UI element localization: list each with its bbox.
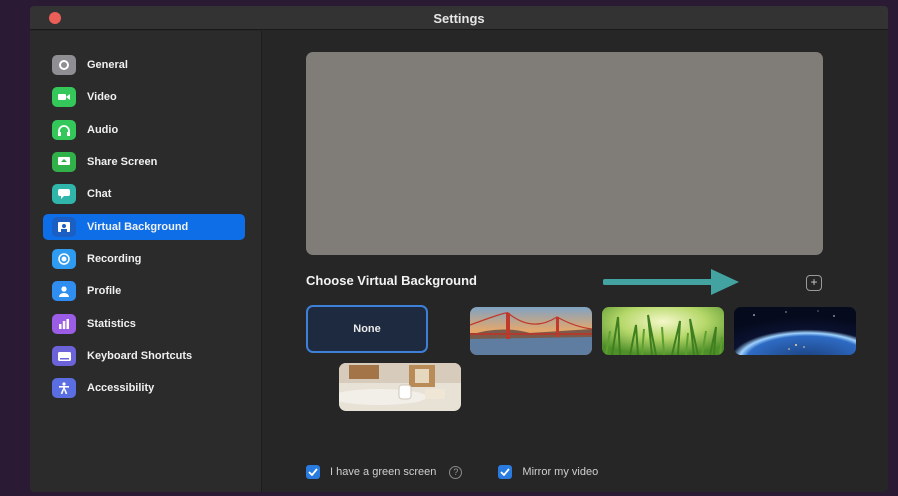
background-coffee-table[interactable] bbox=[339, 363, 461, 411]
sidebar-item-label: Profile bbox=[87, 285, 122, 297]
sidebar-item-label: Accessibility bbox=[87, 382, 155, 394]
gear-icon bbox=[52, 55, 76, 75]
mirror-video-label: Mirror my video bbox=[522, 466, 599, 478]
chat-bubble-icon bbox=[52, 184, 76, 204]
video-preview bbox=[306, 52, 823, 255]
sidebar-item-label: Chat bbox=[87, 188, 112, 200]
headphones-icon bbox=[52, 120, 76, 140]
background-grass[interactable] bbox=[602, 307, 724, 355]
checkmark-icon bbox=[500, 468, 511, 476]
background-none[interactable]: None bbox=[306, 305, 428, 353]
person-icon bbox=[52, 281, 76, 301]
keyboard-icon bbox=[52, 346, 76, 366]
bar-chart-icon bbox=[52, 314, 76, 334]
sidebar-item-recording[interactable]: Recording bbox=[43, 246, 245, 272]
window-title: Settings bbox=[433, 11, 485, 26]
sidebar-item-label: Statistics bbox=[87, 318, 136, 330]
settings-sidebar: General Video Audio Share Screen Chat Vi… bbox=[30, 31, 262, 492]
background-golden-gate[interactable] bbox=[470, 307, 592, 355]
accessibility-icon bbox=[52, 378, 76, 398]
checkmark-icon bbox=[308, 468, 318, 476]
background-earth[interactable] bbox=[734, 307, 856, 355]
green-screen-checkbox[interactable] bbox=[306, 465, 320, 479]
green-screen-label: I have a green screen bbox=[330, 466, 437, 478]
share-screen-icon bbox=[52, 152, 76, 172]
sidebar-item-chat[interactable]: Chat bbox=[43, 181, 245, 207]
sidebar-item-label: Keyboard Shortcuts bbox=[87, 350, 193, 362]
sidebar-item-general[interactable]: General bbox=[43, 52, 245, 78]
background-options: I have a green screen ? Mirror my video bbox=[306, 464, 598, 480]
settings-window: Settings General Video Audio Share Scree… bbox=[30, 6, 888, 492]
mirror-video-checkbox[interactable] bbox=[498, 465, 513, 479]
title-bar: Settings bbox=[30, 6, 888, 30]
help-icon[interactable]: ? bbox=[449, 465, 463, 479]
sidebar-item-accessibility[interactable]: Accessibility bbox=[43, 375, 245, 401]
background-none-label: None bbox=[353, 323, 381, 335]
sidebar-item-statistics[interactable]: Statistics bbox=[43, 311, 245, 337]
sidebar-item-label: Share Screen bbox=[87, 156, 158, 168]
sidebar-item-label: General bbox=[87, 59, 128, 71]
sidebar-item-label: Audio bbox=[87, 124, 119, 136]
video-camera-icon bbox=[52, 87, 76, 107]
sidebar-item-label: Video bbox=[87, 91, 117, 103]
record-icon bbox=[52, 249, 76, 269]
sidebar-item-share-screen[interactable]: Share Screen bbox=[43, 149, 245, 175]
sidebar-item-keyboard-shortcuts[interactable]: Keyboard Shortcuts bbox=[43, 343, 245, 369]
sidebar-item-video[interactable]: Video bbox=[43, 84, 245, 110]
person-frame-icon bbox=[52, 217, 76, 237]
add-background-button[interactable]: + bbox=[806, 275, 822, 291]
sidebar-item-audio[interactable]: Audio bbox=[43, 117, 245, 143]
virtual-background-panel: Choose Virtual Background + None I have … bbox=[263, 31, 888, 492]
choose-background-heading: Choose Virtual Background bbox=[306, 273, 477, 288]
sidebar-item-virtual-background[interactable]: Virtual Background bbox=[43, 214, 245, 240]
arrow-icon bbox=[603, 269, 739, 295]
sidebar-item-label: Recording bbox=[87, 253, 142, 265]
sidebar-item-profile[interactable]: Profile bbox=[43, 278, 245, 304]
sidebar-item-label: Virtual Background bbox=[87, 221, 189, 233]
